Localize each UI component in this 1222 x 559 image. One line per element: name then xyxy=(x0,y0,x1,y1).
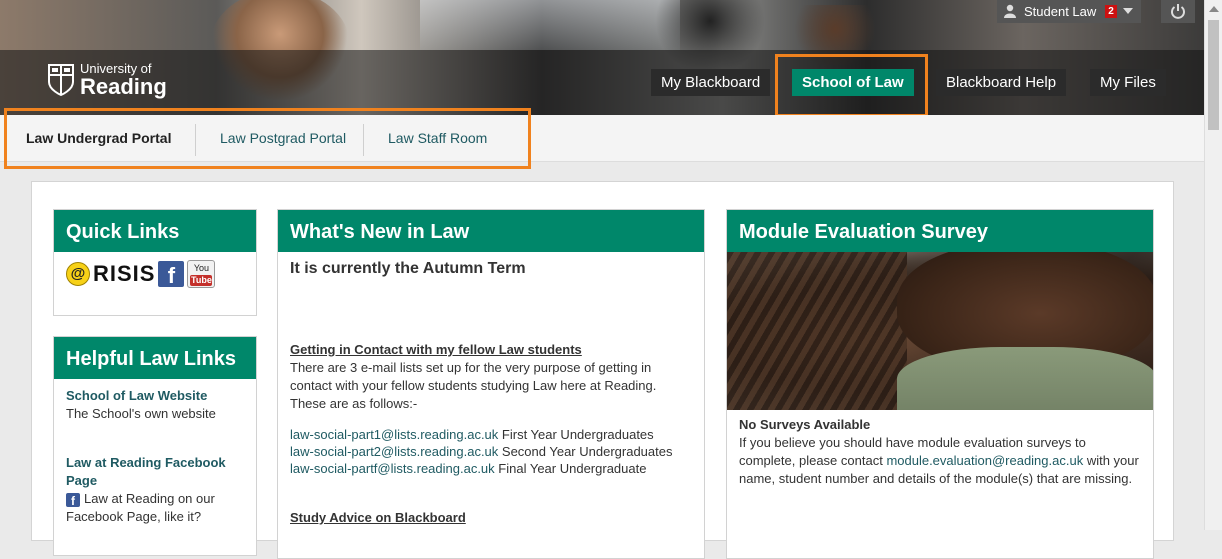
tab-highlight-box xyxy=(775,54,928,117)
facebook-icon[interactable]: f xyxy=(66,493,80,508)
scrollbar-thumb[interactable] xyxy=(1208,20,1219,130)
school-of-law-website-link[interactable]: School of Law Website xyxy=(66,387,244,405)
whats-new-title: What's New in Law xyxy=(278,210,704,252)
email-link[interactable]: law-social-part2@lists.reading.ac.uk xyxy=(290,444,498,459)
whats-new-body: It is currently the Autumn Term Getting … xyxy=(278,252,704,537)
list-item: law-social-part1@lists.reading.ac.uk Fir… xyxy=(290,426,692,443)
helpful-link-desc: f Law at Reading on our Facebook Page, li… xyxy=(66,490,244,526)
user-name: Student Law xyxy=(1024,4,1097,19)
email-link[interactable]: law-social-partf@lists.reading.ac.uk xyxy=(290,461,495,476)
current-term: It is currently the Autumn Term xyxy=(290,260,526,277)
risis-link[interactable]: RISIS xyxy=(93,263,155,285)
tab-blackboard-help[interactable]: Blackboard Help xyxy=(936,69,1067,96)
survey-module: Module Evaluation Survey No Surveys Avai… xyxy=(726,209,1154,559)
tab-my-files[interactable]: My Files xyxy=(1090,69,1166,96)
helpful-links-body: School of Law Website The School's own w… xyxy=(54,379,256,536)
youtube-icon-bottom: Tube xyxy=(190,275,213,286)
email-desc: First Year Undergraduates xyxy=(501,427,654,442)
helpful-link-desc-text: Law at Reading on our Facebook Page, lik… xyxy=(66,491,215,524)
helpful-link-item: Law at Reading Facebook Page f Law at Rea… xyxy=(66,454,244,526)
list-item: law-social-part2@lists.reading.ac.uk Sec… xyxy=(290,443,692,460)
main-content: Quick Links @ RISIS f You Tube Helpful La… xyxy=(31,181,1174,559)
notification-badge[interactable]: 2 xyxy=(1105,5,1117,18)
email-link[interactable]: law-social-part1@lists.reading.ac.uk xyxy=(290,427,498,442)
subtabs-highlight-box xyxy=(4,108,531,169)
quick-links-icons: @ RISIS f You Tube xyxy=(66,260,244,288)
email-list: law-social-part1@lists.reading.ac.uk Fir… xyxy=(290,426,692,477)
facebook-icon[interactable]: f xyxy=(158,261,185,288)
chevron-down-icon[interactable] xyxy=(1123,8,1133,14)
page-scrollbar[interactable] xyxy=(1204,0,1222,530)
survey-message: If you believe you should have module ev… xyxy=(739,434,1141,488)
tab-my-blackboard[interactable]: My Blackboard xyxy=(651,69,771,96)
logo-text: University of Reading xyxy=(80,62,167,98)
whats-new-module: What's New in Law It is currently the Au… xyxy=(277,209,705,559)
power-icon xyxy=(1171,4,1185,19)
list-item: law-social-partf@lists.reading.ac.uk Fin… xyxy=(290,460,692,477)
helpful-links-module: Helpful Law Links School of Law Website … xyxy=(53,336,257,556)
user-menu[interactable]: Student Law 2 xyxy=(997,0,1141,23)
quick-links-title: Quick Links xyxy=(54,210,256,252)
facebook-page-link[interactable]: Law at Reading Facebook Page xyxy=(66,454,244,490)
email-desc: Final Year Undergraduate xyxy=(498,461,647,476)
email-desc: Second Year Undergraduates xyxy=(501,444,673,459)
contact-section-body: There are 3 e-mail lists set up for the … xyxy=(290,360,657,411)
survey-photo xyxy=(727,252,1153,410)
logout-button[interactable] xyxy=(1161,0,1195,23)
survey-photo-shirt xyxy=(897,347,1153,410)
university-logo[interactable]: University of Reading xyxy=(48,62,167,98)
survey-body: No Surveys Available If you believe you … xyxy=(727,410,1153,498)
quick-links-module: Quick Links @ RISIS f You Tube xyxy=(53,209,257,316)
logo-line2: Reading xyxy=(80,74,167,99)
quick-links-body: @ RISIS f You Tube xyxy=(54,252,256,298)
survey-title: Module Evaluation Survey xyxy=(727,210,1153,252)
youtube-icon-top: You xyxy=(193,263,210,273)
survey-status: No Surveys Available xyxy=(739,417,871,432)
helpful-link-item: School of Law Website The School's own w… xyxy=(66,387,244,423)
contact-section-title: Getting in Contact with my fellow Law st… xyxy=(290,342,582,357)
study-advice-title: Study Advice on Blackboard xyxy=(290,510,466,525)
scroll-up-icon[interactable] xyxy=(1209,6,1219,12)
helpful-links-title: Helpful Law Links xyxy=(54,337,256,379)
email-icon[interactable]: @ xyxy=(66,262,90,286)
youtube-icon[interactable]: You Tube xyxy=(187,260,216,288)
crest-icon xyxy=(48,64,74,96)
helpful-link-desc: The School's own website xyxy=(66,406,216,421)
user-icon xyxy=(1004,4,1016,18)
banner-photo-window xyxy=(420,0,680,50)
survey-photo-hair xyxy=(727,252,907,410)
survey-email-link[interactable]: module.evaluation@reading.ac.uk xyxy=(886,453,1083,468)
